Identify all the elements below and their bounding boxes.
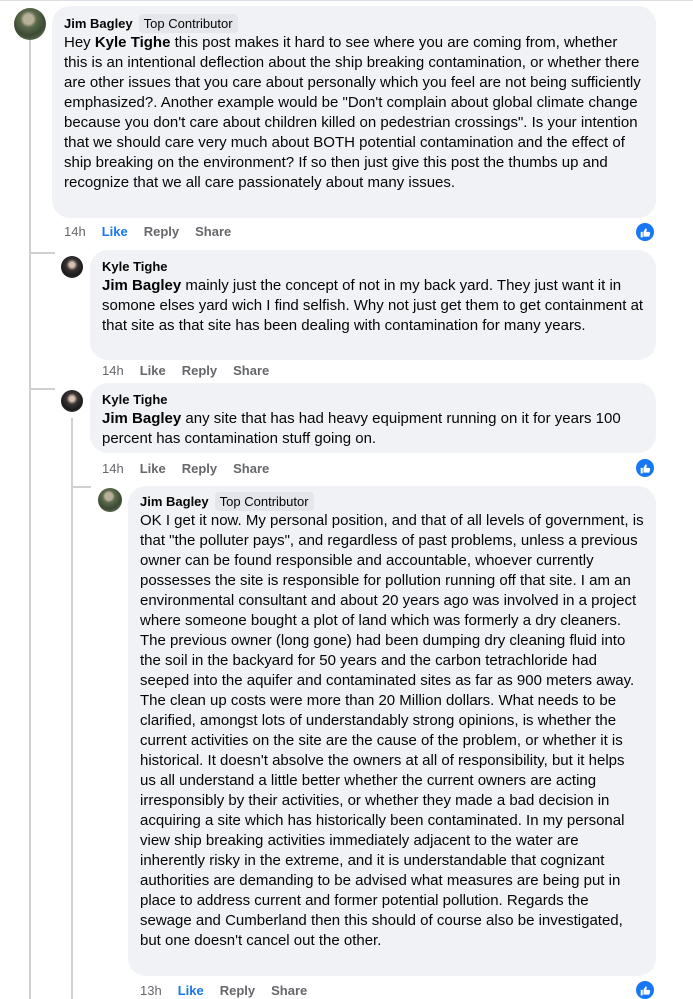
thread-branch <box>29 388 55 390</box>
comment-author[interactable]: Jim Bagley <box>140 494 209 509</box>
share-button[interactable]: Share <box>271 983 307 998</box>
thumbs-up-icon[interactable] <box>636 223 654 241</box>
avatar[interactable] <box>98 488 122 512</box>
comment-text: Jim Bagley mainly just the concept of no… <box>102 277 644 334</box>
share-button[interactable]: Share <box>195 224 231 239</box>
reply-button[interactable]: Reply <box>144 224 179 239</box>
comment-timestamp[interactable]: 14h <box>64 224 86 239</box>
comment-timestamp[interactable]: 14h <box>102 461 124 476</box>
comment-bubble: Kyle Tighe Jim Bagley mainly just the co… <box>90 250 656 360</box>
thread-branch <box>71 486 91 488</box>
top-divider <box>0 0 693 1</box>
thread-line-nested <box>71 418 73 999</box>
comment-bubble: Jim Bagley Top Contributor OK I get it n… <box>128 486 656 976</box>
comment-timestamp[interactable]: 14h <box>102 363 124 378</box>
comment-actions: 13h Like Reply Share <box>140 982 323 998</box>
mention-link[interactable]: Jim Bagley <box>102 410 181 427</box>
comment-text: Jim Bagley any site that has had heavy e… <box>102 410 621 447</box>
top-contributor-badge: Top Contributor <box>214 491 314 511</box>
comment-bubble: Kyle Tighe Jim Bagley any site that has … <box>90 383 656 453</box>
like-button[interactable]: Like <box>140 363 166 378</box>
like-button[interactable]: Like <box>140 461 166 476</box>
reply-button[interactable]: Reply <box>182 461 217 476</box>
avatar[interactable] <box>61 256 83 278</box>
thumbs-up-icon[interactable] <box>636 459 654 477</box>
comment-author[interactable]: Kyle Tighe <box>102 392 168 407</box>
comment-author[interactable]: Kyle Tighe <box>102 259 168 274</box>
comment-bubble: Jim Bagley Top Contributor Hey Kyle Tigh… <box>52 6 656 218</box>
comment-actions: 14h Like Reply Share <box>64 223 247 239</box>
comment-timestamp[interactable]: 13h <box>140 983 162 998</box>
comment-author[interactable]: Jim Bagley <box>64 16 133 31</box>
mention-link[interactable]: Kyle Tighe <box>95 34 171 51</box>
comment-actions: 14h Like Reply Share <box>102 460 285 476</box>
thread-branch <box>29 252 55 254</box>
thread-line <box>29 40 31 999</box>
avatar[interactable] <box>14 8 46 40</box>
share-button[interactable]: Share <box>233 461 269 476</box>
thumbs-up-icon[interactable] <box>636 981 654 999</box>
comment-text: OK I get it now. My personal position, a… <box>140 512 644 949</box>
share-button[interactable]: Share <box>233 363 269 378</box>
reply-button[interactable]: Reply <box>182 363 217 378</box>
comment-actions: 14h Like Reply Share <box>102 362 285 378</box>
like-button[interactable]: Like <box>102 224 128 239</box>
mention-link[interactable]: Jim Bagley <box>102 277 181 294</box>
comment-text: Hey Kyle Tighe this post makes it hard t… <box>64 34 641 191</box>
top-contributor-badge: Top Contributor <box>138 13 238 33</box>
reply-button[interactable]: Reply <box>220 983 255 998</box>
avatar[interactable] <box>61 390 83 412</box>
like-button[interactable]: Like <box>178 983 204 998</box>
